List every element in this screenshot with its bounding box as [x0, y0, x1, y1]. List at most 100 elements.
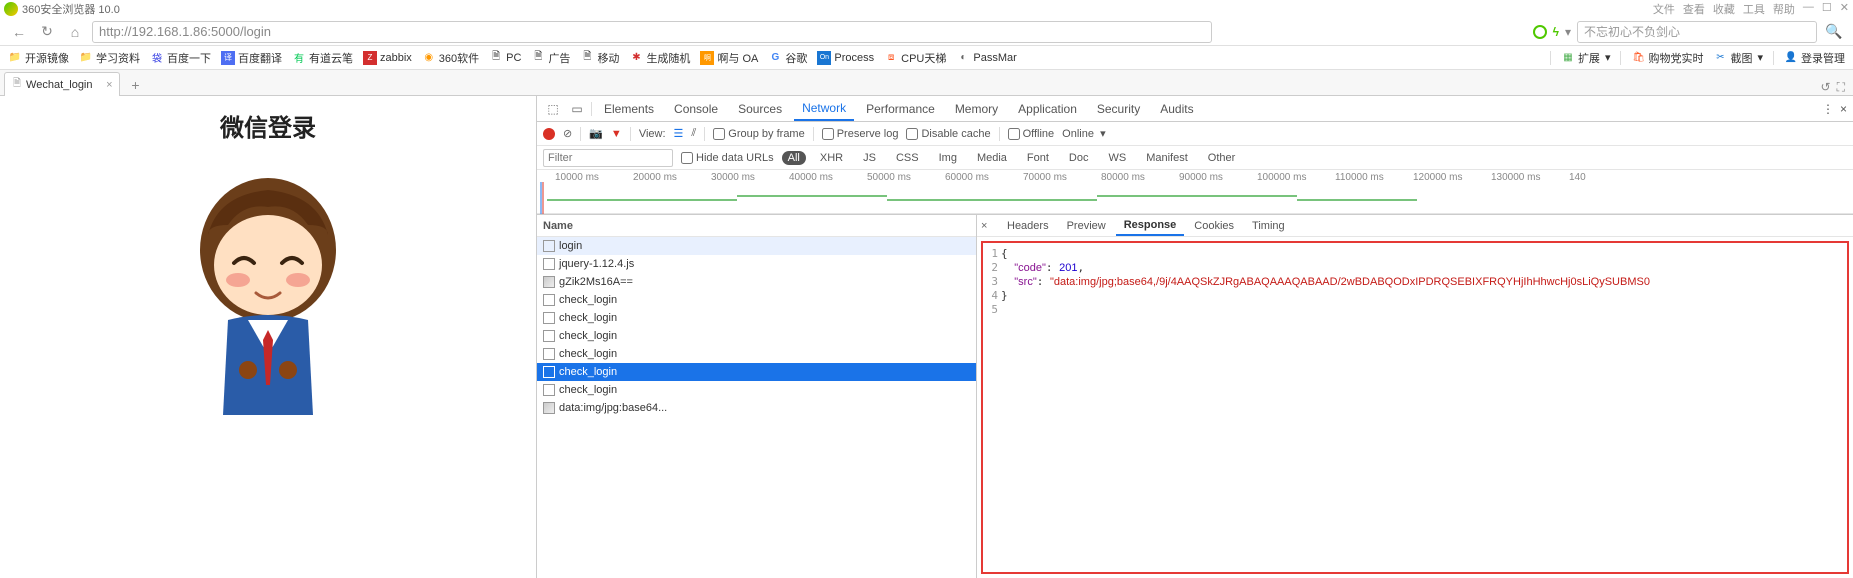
- tab-application[interactable]: Application: [1010, 96, 1085, 121]
- filter-all[interactable]: All: [782, 151, 806, 165]
- bookmark-oa[interactable]: 啊啊与 OA: [700, 50, 758, 66]
- tab-network[interactable]: Network: [794, 96, 854, 121]
- tab-audits[interactable]: Audits: [1152, 96, 1201, 121]
- window-close-icon[interactable]: ✕: [1840, 1, 1849, 17]
- filter-other[interactable]: Other: [1202, 151, 1242, 165]
- filter-input[interactable]: [543, 149, 673, 167]
- tab-wechat-login[interactable]: 🗎 Wechat_login ×: [4, 72, 120, 96]
- extensions-button[interactable]: ▦扩展▾: [1561, 50, 1611, 66]
- preserve-log-checkbox[interactable]: Preserve log: [822, 128, 899, 140]
- device-toggle-icon[interactable]: ▭: [567, 102, 587, 116]
- menu-tools[interactable]: 工具: [1743, 1, 1765, 17]
- dropdown-icon[interactable]: ▾: [1565, 25, 1571, 39]
- tab-memory[interactable]: Memory: [947, 96, 1006, 121]
- bookmark-fanyi[interactable]: 译百度翻译: [221, 50, 282, 66]
- search-button[interactable]: 🔍: [1823, 21, 1845, 43]
- filter-font[interactable]: Font: [1021, 151, 1055, 165]
- filter-doc[interactable]: Doc: [1063, 151, 1095, 165]
- tab-elements[interactable]: Elements: [596, 96, 662, 121]
- detail-tab-preview[interactable]: Preview: [1059, 215, 1114, 236]
- shopping-button[interactable]: 🛍购物党实时: [1631, 50, 1703, 66]
- tab-console[interactable]: Console: [666, 96, 726, 121]
- bookmark-baidu[interactable]: 袋百度一下: [150, 50, 211, 66]
- filter-js[interactable]: JS: [857, 151, 882, 165]
- bookmark-pc[interactable]: 🗎PC: [489, 51, 521, 65]
- filter-xhr[interactable]: XHR: [814, 151, 849, 165]
- bookmark-google[interactable]: G谷歌: [768, 50, 807, 66]
- login-manage-button[interactable]: 👤登录管理: [1784, 50, 1845, 66]
- request-row[interactable]: check_login: [537, 345, 976, 363]
- new-tab-button[interactable]: +: [124, 75, 148, 95]
- speed-icon[interactable]: ϟ: [1553, 25, 1559, 39]
- search-input[interactable]: 不忘初心不负剑心: [1577, 21, 1817, 43]
- close-detail-icon[interactable]: ×: [981, 220, 997, 232]
- detail-tab-response[interactable]: Response: [1116, 215, 1185, 236]
- disable-cache-checkbox[interactable]: Disable cache: [906, 128, 990, 140]
- menu-fav[interactable]: 收藏: [1713, 1, 1735, 17]
- requests-header-name[interactable]: Name: [537, 215, 976, 237]
- request-row[interactable]: check_login: [537, 381, 976, 399]
- offline-checkbox[interactable]: Offline: [1008, 128, 1055, 140]
- screenshot-button[interactable]: ✂截图▾: [1713, 50, 1763, 66]
- bookmark-passmark[interactable]: ◐PassMar: [956, 51, 1016, 65]
- menu-help[interactable]: 帮助: [1773, 1, 1795, 17]
- hide-data-urls-checkbox[interactable]: Hide data URLs: [681, 152, 774, 164]
- detail-tab-cookies[interactable]: Cookies: [1186, 215, 1242, 236]
- request-row[interactable]: check_login: [537, 363, 976, 381]
- bookmark-ad[interactable]: 🗎广告: [531, 50, 570, 66]
- throttling-select[interactable]: Online ▾: [1062, 127, 1105, 140]
- detail-tab-timing[interactable]: Timing: [1244, 215, 1293, 236]
- request-row[interactable]: login: [537, 237, 976, 255]
- search-placeholder: 不忘初心不负剑心: [1584, 23, 1680, 40]
- menu-file[interactable]: 文件: [1653, 1, 1675, 17]
- request-row[interactable]: check_login: [537, 327, 976, 345]
- filter-manifest[interactable]: Manifest: [1140, 151, 1194, 165]
- filter-media[interactable]: Media: [971, 151, 1013, 165]
- bookmark-360[interactable]: ◉360软件: [422, 50, 479, 66]
- fullscreen-icon[interactable]: ⛶: [1837, 80, 1845, 95]
- menu-view[interactable]: 查看: [1683, 1, 1705, 17]
- bookmark-youdao[interactable]: 有有道云笔: [292, 50, 353, 66]
- request-row[interactable]: check_login: [537, 291, 976, 309]
- window-maximize-icon[interactable]: ☐: [1822, 1, 1832, 17]
- tab-performance[interactable]: Performance: [858, 96, 943, 121]
- bookmark-opensource[interactable]: 📁开源镜像: [8, 50, 69, 66]
- request-row[interactable]: check_login: [537, 309, 976, 327]
- inspect-element-icon[interactable]: ⬚: [543, 102, 563, 116]
- bookmark-study[interactable]: 📁学习资料: [79, 50, 140, 66]
- back-button[interactable]: ←: [8, 21, 30, 43]
- view-large-icon[interactable]: ☰: [674, 127, 684, 140]
- request-row[interactable]: data:img/jpg:base64...: [537, 399, 976, 417]
- bookmark-cpu[interactable]: ⧈CPU天梯: [884, 50, 946, 66]
- network-timeline[interactable]: 10000 ms 20000 ms 30000 ms 40000 ms 5000…: [537, 170, 1853, 214]
- filter-icon[interactable]: ▼: [611, 128, 622, 140]
- window-minimize-icon[interactable]: —: [1803, 1, 1814, 17]
- clear-button[interactable]: ⊘: [563, 127, 572, 140]
- timeline-tick: 140: [1569, 172, 1647, 183]
- bookmark-gen[interactable]: ✱生成随机: [629, 50, 690, 66]
- address-bar[interactable]: http://192.168.1.86:5000/login: [92, 21, 1212, 43]
- tab-security[interactable]: Security: [1089, 96, 1148, 121]
- view-waterfall-icon[interactable]: ⫽: [691, 127, 696, 140]
- request-row[interactable]: gZik2Ms16A==: [537, 273, 976, 291]
- bookmark-process[interactable]: OnProcess: [817, 51, 874, 65]
- detail-tab-headers[interactable]: Headers: [999, 215, 1057, 236]
- undo-close-icon[interactable]: ↺: [1821, 80, 1831, 95]
- filter-css[interactable]: CSS: [890, 151, 925, 165]
- home-button[interactable]: ⌂: [64, 21, 86, 43]
- tab-sources[interactable]: Sources: [730, 96, 790, 121]
- record-button[interactable]: [543, 128, 555, 140]
- bookmark-mobile[interactable]: 🗎移动: [580, 50, 619, 66]
- filter-img[interactable]: Img: [933, 151, 963, 165]
- devtools-close-icon[interactable]: ×: [1840, 102, 1847, 116]
- response-body[interactable]: 12345 { "code": 201, "src": "data:img/jp…: [981, 241, 1849, 574]
- capture-screenshot-icon[interactable]: 📷: [589, 127, 603, 140]
- group-by-frame-checkbox[interactable]: Group by frame: [713, 128, 804, 140]
- devtools-menu-icon[interactable]: ⋮: [1822, 102, 1834, 116]
- refresh-indicator-icon[interactable]: [1533, 25, 1547, 39]
- request-row[interactable]: jquery-1.12.4.js: [537, 255, 976, 273]
- bookmark-zabbix[interactable]: Zzabbix: [363, 51, 412, 65]
- close-icon[interactable]: ×: [106, 79, 112, 91]
- refresh-button[interactable]: ↻: [36, 21, 58, 43]
- filter-ws[interactable]: WS: [1102, 151, 1132, 165]
